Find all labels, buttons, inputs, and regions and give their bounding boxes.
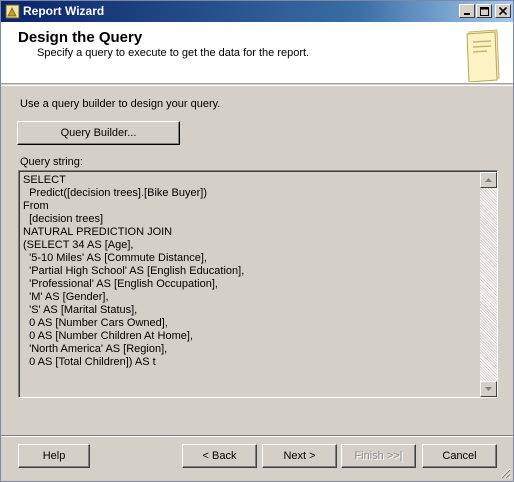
finish-button[interactable]: Finish >>| — [341, 444, 416, 468]
query-line: NATURAL PREDICTION JOIN — [23, 226, 173, 238]
arrow-up-icon — [485, 178, 492, 182]
header-divider — [1, 85, 513, 86]
query-line: From — [23, 200, 49, 212]
query-string-text[interactable]: SELECT Predict([decision trees].[Bike Bu… — [23, 174, 475, 369]
resize-grip-icon[interactable] — [499, 467, 511, 479]
query-line: (SELECT 34 AS [Age], — [23, 239, 134, 251]
intro-text: Use a query builder to design your query… — [20, 98, 221, 110]
close-button[interactable] — [495, 4, 511, 18]
scroll-down-button[interactable] — [480, 381, 497, 397]
page-title: Design the Query — [18, 29, 143, 46]
footer-divider — [1, 435, 513, 437]
maximize-button[interactable] — [476, 4, 492, 18]
next-button[interactable]: Next > — [262, 444, 337, 468]
query-line: 'Professional' AS [English Occupation], — [23, 278, 218, 290]
query-line: 0 AS [Number Children At Home], — [23, 330, 193, 342]
page-subtitle: Specify a query to execute to get the da… — [37, 47, 310, 59]
scroll-up-button[interactable] — [480, 172, 497, 188]
query-line: 0 AS [Total Children]) AS t — [23, 356, 156, 368]
wizard-header: Design the Query Specify a query to exec… — [1, 22, 513, 84]
minimize-button[interactable] — [459, 4, 475, 18]
minimize-icon — [464, 13, 470, 15]
query-vertical-scrollbar[interactable] — [480, 172, 497, 397]
query-line: 'M' AS [Gender], — [23, 291, 109, 303]
query-string-label: Query string: — [20, 156, 83, 168]
query-builder-button[interactable]: Query Builder... — [17, 121, 180, 145]
window-title: Report Wizard — [23, 4, 105, 18]
query-line: SELECT — [23, 174, 66, 186]
query-line: 'Partial High School' AS [English Educat… — [23, 265, 245, 277]
query-line: 'S' AS [Marital Status], — [23, 304, 138, 316]
report-document-icon — [466, 29, 500, 82]
report-wizard-window: Report Wizard Design the Query Specify a… — [0, 0, 514, 482]
query-line: [decision trees] — [23, 213, 104, 225]
maximize-icon — [479, 6, 489, 16]
close-icon — [499, 7, 507, 15]
query-line: '5-10 Miles' AS [Commute Distance], — [23, 252, 207, 264]
query-line: 0 AS [Number Cars Owned], — [23, 317, 168, 329]
back-button[interactable]: < Back — [182, 444, 257, 468]
title-bar[interactable]: Report Wizard — [1, 1, 513, 22]
query-line: 'North America' AS [Region], — [23, 343, 168, 355]
cancel-button[interactable]: Cancel — [422, 444, 497, 468]
wizard-app-icon — [5, 4, 20, 19]
help-button[interactable]: Help — [18, 444, 90, 468]
query-line: Predict([decision trees].[Bike Buyer]) — [23, 187, 208, 199]
query-string-textbox[interactable]: SELECT Predict([decision trees].[Bike Bu… — [18, 170, 498, 398]
arrow-down-icon — [485, 387, 492, 391]
